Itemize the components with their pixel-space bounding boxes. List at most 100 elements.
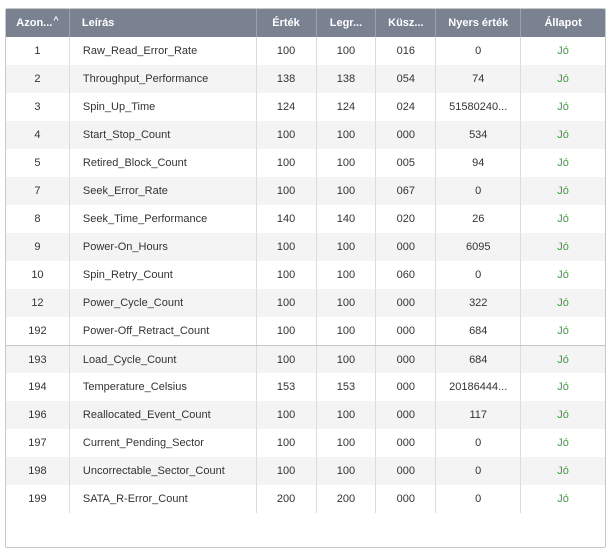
column-header-raw-value-label: Nyers érték <box>448 17 509 29</box>
cell-status: Jó <box>557 185 569 197</box>
table-body: 1 Raw_Read_Error_Rate 100 100 016 0 Jó 2 Through… <box>6 37 605 513</box>
table-row[interactable]: 1 Raw_Read_Error_Rate 100 100 016 0 Jó <box>6 37 605 65</box>
cell-raw-value: 6095 <box>436 233 522 261</box>
cell-status: Jó <box>557 409 569 421</box>
cell-id: 2 <box>6 65 70 93</box>
cell-id: 8 <box>6 205 70 233</box>
column-header-id[interactable]: Azon... ^ <box>6 9 70 37</box>
cell-raw-value: 322 <box>436 289 522 317</box>
cell-worst: 100 <box>317 233 377 261</box>
table-row[interactable]: 2 Throughput_Performance 138 138 054 74 Jó <box>6 65 605 93</box>
cell-raw-value: 0 <box>436 485 522 513</box>
table-row[interactable]: 7 Seek_Error_Rate 100 100 067 0 Jó <box>6 177 605 205</box>
cell-threshold: 005 <box>376 149 437 177</box>
column-header-status[interactable]: Állapot <box>521 9 605 37</box>
cell-status: Jó <box>557 297 569 309</box>
cell-value: 100 <box>257 346 317 373</box>
cell-description: Power_Cycle_Count <box>70 289 257 317</box>
cell-worst: 100 <box>317 457 377 485</box>
cell-value: 138 <box>257 65 317 93</box>
table-row[interactable]: 8 Seek_Time_Performance 140 140 020 26 Jó <box>6 205 605 233</box>
table-row[interactable]: 193 Load_Cycle_Count 100 100 000 684 Jó <box>6 345 605 373</box>
cell-threshold: 000 <box>376 317 437 345</box>
cell-threshold: 000 <box>376 429 437 457</box>
cell-value: 100 <box>257 261 317 289</box>
table-row[interactable]: 194 Temperature_Celsius 153 153 000 20186444.… <box>6 373 605 401</box>
cell-value: 153 <box>257 373 317 401</box>
cell-raw-value: 0 <box>436 177 522 205</box>
cell-value: 100 <box>257 457 317 485</box>
cell-value: 100 <box>257 317 317 345</box>
table-row[interactable]: 3 Spin_Up_Time 124 124 024 51580240... Jó <box>6 93 605 121</box>
cell-worst: 100 <box>317 289 377 317</box>
cell-status: Jó <box>557 45 569 57</box>
table-row[interactable]: 198 Uncorrectable_Sector_Count 100 100 000 0 J… <box>6 457 605 485</box>
cell-value: 200 <box>257 485 317 513</box>
cell-raw-value: 0 <box>436 429 522 457</box>
cell-status: Jó <box>557 101 569 113</box>
cell-description: Temperature_Celsius <box>70 373 257 401</box>
column-header-description-label: Leírás <box>81 17 115 29</box>
cell-description: Load_Cycle_Count <box>70 346 257 373</box>
table-header: Azon... ^ Leírás Érték Legr... Küsz... Ny… <box>6 9 605 37</box>
cell-worst: 100 <box>317 37 377 65</box>
cell-threshold: 000 <box>376 401 437 429</box>
cell-threshold: 020 <box>376 205 437 233</box>
cell-threshold: 024 <box>376 93 437 121</box>
cell-raw-value: 51580240... <box>436 93 522 121</box>
cell-worst: 100 <box>317 121 377 149</box>
cell-id: 193 <box>6 346 70 373</box>
cell-id: 197 <box>6 429 70 457</box>
table-row[interactable]: 192 Power-Off_Retract_Count 100 100 000 684 Jó <box>6 317 605 345</box>
cell-raw-value: 684 <box>436 317 522 345</box>
cell-value: 100 <box>257 177 317 205</box>
cell-id: 198 <box>6 457 70 485</box>
cell-worst: 100 <box>317 177 377 205</box>
column-header-worst[interactable]: Legr... <box>317 9 377 37</box>
cell-threshold: 016 <box>376 37 437 65</box>
column-header-worst-label: Legr... <box>329 17 363 29</box>
table-row[interactable]: 196 Reallocated_Event_Count 100 100 000 117 Jó <box>6 401 605 429</box>
table-row[interactable]: 197 Current_Pending_Sector 100 100 000 0 Jó <box>6 429 605 457</box>
column-header-value[interactable]: Érték <box>257 9 317 37</box>
table-row[interactable]: 10 Spin_Retry_Count 100 100 060 0 Jó <box>6 261 605 289</box>
cell-id: 9 <box>6 233 70 261</box>
cell-worst: 100 <box>317 317 377 345</box>
cell-status: Jó <box>557 493 569 505</box>
cell-value: 100 <box>257 37 317 65</box>
cell-raw-value: 74 <box>436 65 522 93</box>
cell-worst: 200 <box>317 485 377 513</box>
cell-worst: 140 <box>317 205 377 233</box>
table-row[interactable]: 4 Start_Stop_Count 100 100 000 534 Jó <box>6 121 605 149</box>
table-row[interactable]: 5 Retired_Block_Count 100 100 005 94 Jó <box>6 149 605 177</box>
cell-description: Spin_Up_Time <box>70 93 257 121</box>
cell-description: Seek_Error_Rate <box>70 177 257 205</box>
cell-description: Seek_Time_Performance <box>70 205 257 233</box>
cell-threshold: 000 <box>376 346 437 373</box>
cell-raw-value: 20186444... <box>436 373 522 401</box>
cell-worst: 100 <box>317 401 377 429</box>
table-row[interactable]: 199 SATA_R-Error_Count 200 200 000 0 Jó <box>6 485 605 513</box>
cell-worst: 100 <box>317 429 377 457</box>
cell-worst: 153 <box>317 373 377 401</box>
cell-threshold: 000 <box>376 457 437 485</box>
cell-value: 124 <box>257 93 317 121</box>
cell-description: Start_Stop_Count <box>70 121 257 149</box>
table-row[interactable]: 9 Power-On_Hours 100 100 000 6095 Jó <box>6 233 605 261</box>
cell-status: Jó <box>557 465 569 477</box>
table-row[interactable]: 12 Power_Cycle_Count 100 100 000 322 Jó <box>6 289 605 317</box>
cell-id: 196 <box>6 401 70 429</box>
cell-description: Uncorrectable_Sector_Count <box>70 457 257 485</box>
cell-value: 100 <box>257 401 317 429</box>
column-header-threshold[interactable]: Küsz... <box>376 9 437 37</box>
cell-description: Power-On_Hours <box>70 233 257 261</box>
cell-worst: 100 <box>317 149 377 177</box>
cell-id: 3 <box>6 93 70 121</box>
cell-description: Spin_Retry_Count <box>70 261 257 289</box>
cell-threshold: 000 <box>376 121 437 149</box>
cell-status: Jó <box>557 73 569 85</box>
sort-ascending-caret-icon: ^ <box>53 15 59 25</box>
cell-id: 4 <box>6 121 70 149</box>
column-header-description[interactable]: Leírás <box>70 9 257 37</box>
column-header-raw-value[interactable]: Nyers érték <box>436 9 522 37</box>
